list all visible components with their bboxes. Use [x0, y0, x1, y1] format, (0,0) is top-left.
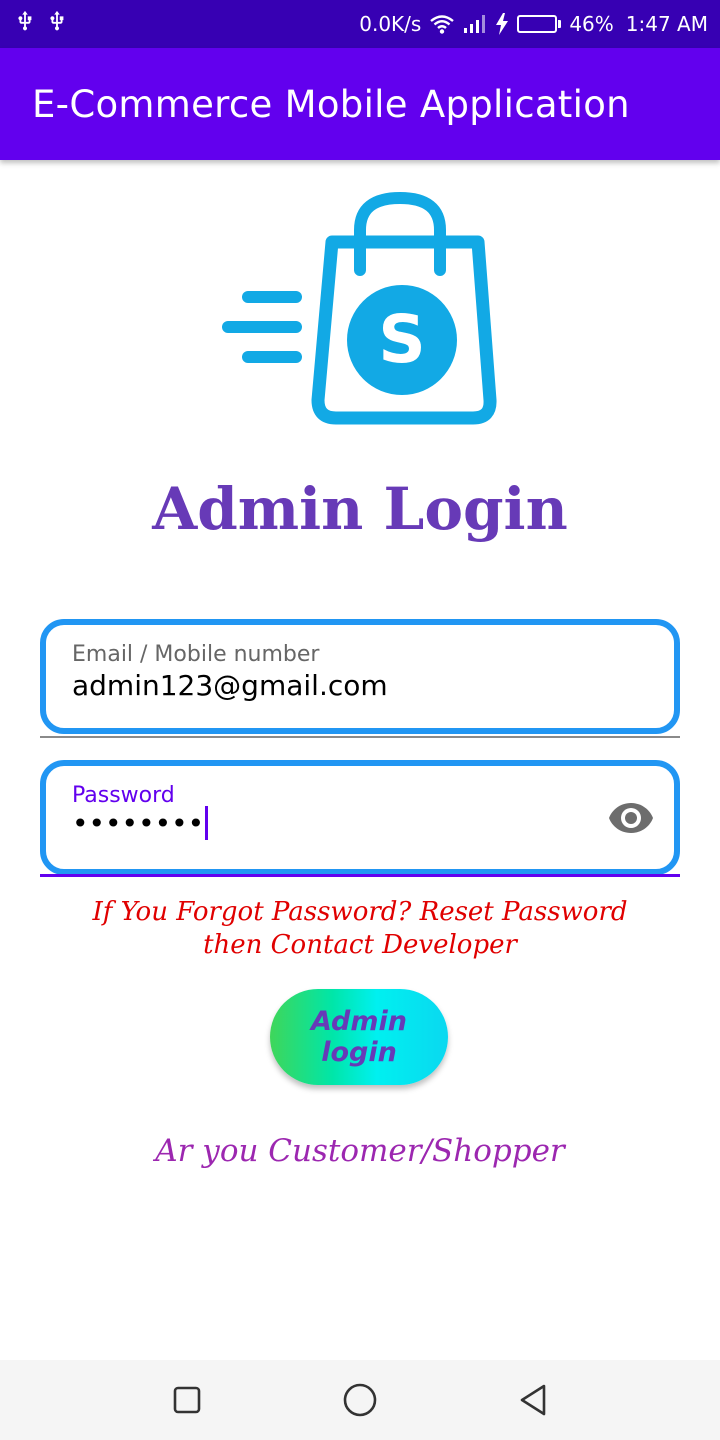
email-field[interactable]: Email / Mobile number admin123@gmail.com [40, 619, 680, 734]
text-caret [205, 806, 209, 840]
password-field[interactable]: Password •••••••• [40, 760, 680, 875]
recent-apps-icon[interactable] [157, 1370, 217, 1430]
signal-icon [463, 14, 487, 34]
shopping-bag-logo: S [220, 190, 505, 430]
clock: 1:47 AM [625, 12, 708, 36]
forgot-password-text: If You Forgot Password? Reset Password t… [40, 896, 680, 962]
back-icon[interactable] [503, 1370, 563, 1430]
net-speed: 0.0K/s [359, 12, 422, 36]
charging-icon [495, 13, 509, 35]
password-value-wrap[interactable]: •••••••• [72, 806, 209, 840]
status-right: 0.0K/s 46% 1:47 AM [359, 12, 708, 36]
status-left [14, 10, 68, 38]
status-bar: 0.0K/s 46% 1:47 AM [0, 0, 720, 48]
battery-icon [517, 15, 562, 33]
email-value[interactable]: admin123@gmail.com [72, 669, 388, 702]
battery-percent: 46% [569, 12, 614, 36]
email-underline [40, 736, 680, 738]
navigation-bar [0, 1360, 720, 1440]
usb-icon [46, 10, 68, 38]
app-bar: E-Commerce Mobile Application [0, 48, 720, 160]
eye-icon[interactable] [608, 800, 654, 836]
password-label: Password [72, 783, 175, 808]
logo-letter: S [378, 301, 426, 378]
forgot-line-2: then Contact Developer [203, 930, 517, 960]
customer-link[interactable]: Ar you Customer/Shopper [0, 1133, 720, 1169]
forgot-line-1: If You Forgot Password? Reset Password [92, 897, 628, 927]
home-icon[interactable] [330, 1370, 390, 1430]
wifi-icon [429, 13, 455, 35]
usb-icon [14, 10, 36, 38]
page-title: Admin Login [152, 475, 568, 543]
app-title: E-Commerce Mobile Application [32, 82, 630, 126]
password-value: •••••••• [72, 806, 205, 840]
password-underline [40, 874, 680, 877]
email-label: Email / Mobile number [72, 642, 320, 667]
admin-login-button[interactable]: Admin login [270, 989, 448, 1085]
